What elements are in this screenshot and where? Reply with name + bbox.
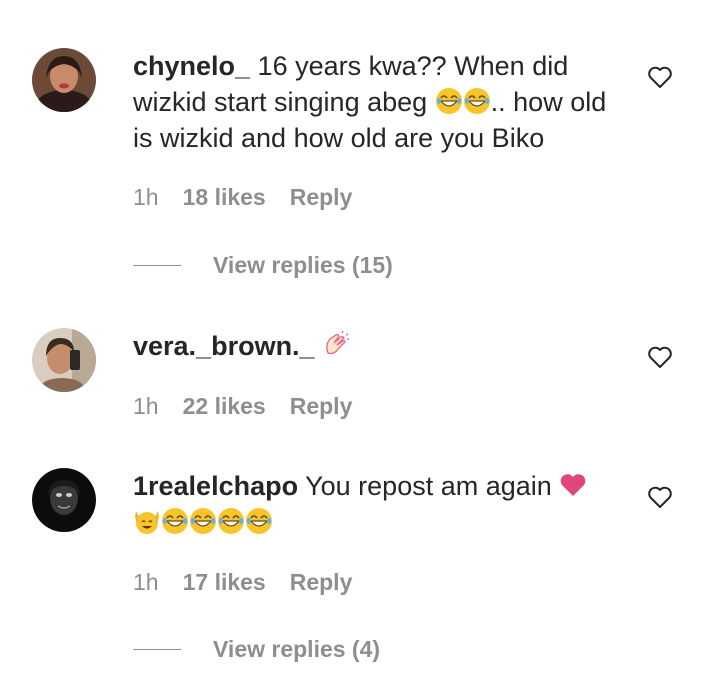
raising-hands-face-emoji: [133, 507, 161, 535]
comment-likes[interactable]: 18 likes: [183, 184, 266, 211]
avatar[interactable]: [32, 468, 96, 532]
heart-emoji: [559, 471, 587, 499]
view-replies-label[interactable]: View replies (15): [213, 252, 393, 279]
comment-text: 1realelchapo You repost am again: [133, 468, 623, 540]
view-replies-label[interactable]: View replies (4): [213, 636, 380, 663]
like-heart-icon[interactable]: [646, 483, 674, 511]
joy-emoji: [161, 507, 189, 535]
comment-username[interactable]: vera._brown._: [133, 331, 315, 361]
like-heart-icon[interactable]: [646, 63, 674, 91]
comment-meta: 1h 22 likes Reply: [133, 393, 352, 420]
comment-username[interactable]: 1realelchapo: [133, 471, 298, 501]
reply-button[interactable]: Reply: [290, 569, 353, 596]
comment-body: [315, 331, 323, 361]
comment-time: 1h: [133, 569, 159, 595]
comment-likes[interactable]: 22 likes: [183, 393, 266, 420]
reply-button[interactable]: Reply: [290, 393, 353, 420]
like-heart-icon[interactable]: [646, 343, 674, 371]
comment-time: 1h: [133, 393, 159, 419]
joy-emoji: [217, 507, 245, 535]
joy-emoji: [463, 87, 491, 115]
comment-likes[interactable]: 17 likes: [183, 569, 266, 596]
comment-username[interactable]: chynelo_: [133, 51, 250, 81]
joy-emoji: [245, 507, 273, 535]
comment-time: 1h: [133, 184, 159, 210]
comment-meta: 1h 17 likes Reply: [133, 569, 352, 596]
view-replies-button[interactable]: View replies (4): [133, 636, 380, 663]
comment-text: vera._brown._: [133, 328, 623, 364]
divider-line: [133, 648, 181, 651]
avatar[interactable]: [32, 328, 96, 392]
reply-button[interactable]: Reply: [290, 184, 353, 211]
view-replies-button[interactable]: View replies (15): [133, 252, 393, 279]
comment-body: You repost am again: [298, 471, 560, 501]
joy-emoji: [435, 87, 463, 115]
divider-line: [133, 264, 181, 267]
clapping-hands-emoji: [322, 330, 350, 359]
comment-text: chynelo_ 16 years kwa?? When did wizkid …: [133, 48, 623, 156]
joy-emoji: [189, 507, 217, 535]
comment-meta: 1h 18 likes Reply: [133, 184, 352, 211]
avatar[interactable]: [32, 48, 96, 112]
